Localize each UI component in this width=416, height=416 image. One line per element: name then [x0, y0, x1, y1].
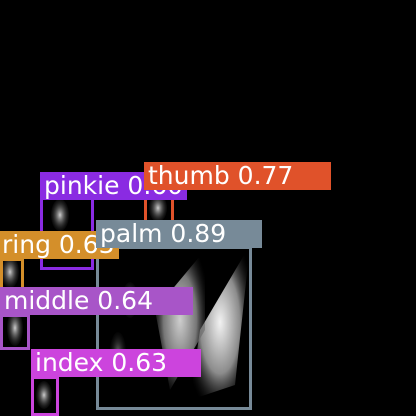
label-index: index 0.63 — [31, 349, 201, 377]
detection-canvas: ring 0.63 pinkie 0.60 thumb 0.77 palm 0.… — [0, 0, 416, 416]
label-thumb: thumb 0.77 — [144, 162, 331, 190]
bbox-palm — [96, 246, 252, 410]
bbox-middle — [0, 314, 30, 350]
label-middle: middle 0.64 — [0, 287, 193, 315]
bbox-index — [31, 376, 59, 416]
label-palm: palm 0.89 — [96, 220, 262, 248]
